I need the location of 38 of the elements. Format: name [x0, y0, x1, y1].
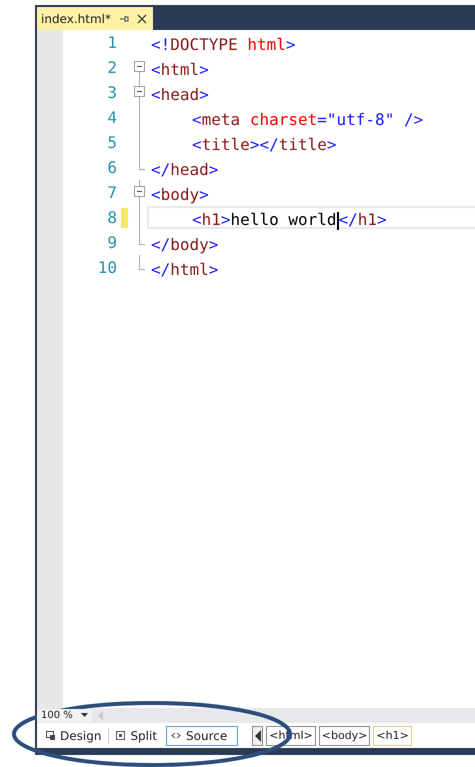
code-line: <!DOCTYPE html>	[150, 34, 296, 54]
collapse-icon[interactable]	[134, 180, 146, 205]
line-number: 3	[106, 83, 117, 102]
line-number: 8	[106, 208, 117, 227]
code-icon	[171, 732, 182, 739]
pin-icon[interactable]	[118, 14, 129, 24]
code-line: </html>	[150, 259, 220, 279]
code-line: </body>	[150, 234, 220, 254]
line-number: 4	[106, 108, 117, 127]
left-arrow-icon	[254, 730, 261, 742]
code-line: <title></title>	[191, 134, 338, 154]
line-number: 9	[106, 233, 117, 252]
split-icon	[116, 731, 126, 740]
code-line: <h1>hello world</h1>	[147, 206, 475, 229]
tab-title: index.html*	[41, 12, 111, 26]
document-tab[interactable]: index.html*	[37, 7, 153, 30]
line-number: 1	[106, 33, 117, 52]
line-number: 10	[96, 258, 117, 277]
view-tab[interactable]: Split	[111, 726, 162, 746]
breadcrumb-item[interactable]: <body>	[318, 726, 370, 746]
breadcrumb-item[interactable]: <h1>	[373, 726, 412, 746]
line-number: 5	[106, 133, 117, 152]
code-line: <body>	[150, 184, 210, 204]
view-tab[interactable]: Source	[166, 726, 238, 746]
collapse-icon[interactable]	[134, 80, 146, 105]
line-number: 2	[106, 58, 117, 77]
code-line: </head>	[150, 159, 220, 179]
design-icon	[46, 731, 55, 740]
code-line: <head>	[150, 84, 210, 104]
line-number: 6	[106, 158, 117, 177]
zoom-dropdown[interactable]: 100 %	[37, 709, 92, 722]
close-icon[interactable]	[136, 14, 147, 24]
line-number: 7	[106, 183, 117, 202]
view-tab[interactable]: Design	[41, 726, 106, 746]
code-line: <html>	[150, 59, 210, 79]
code-line: <meta charset="utf-8" />	[191, 109, 424, 129]
breadcrumb-back-button[interactable]	[252, 726, 264, 746]
caret-icon	[80, 713, 88, 718]
